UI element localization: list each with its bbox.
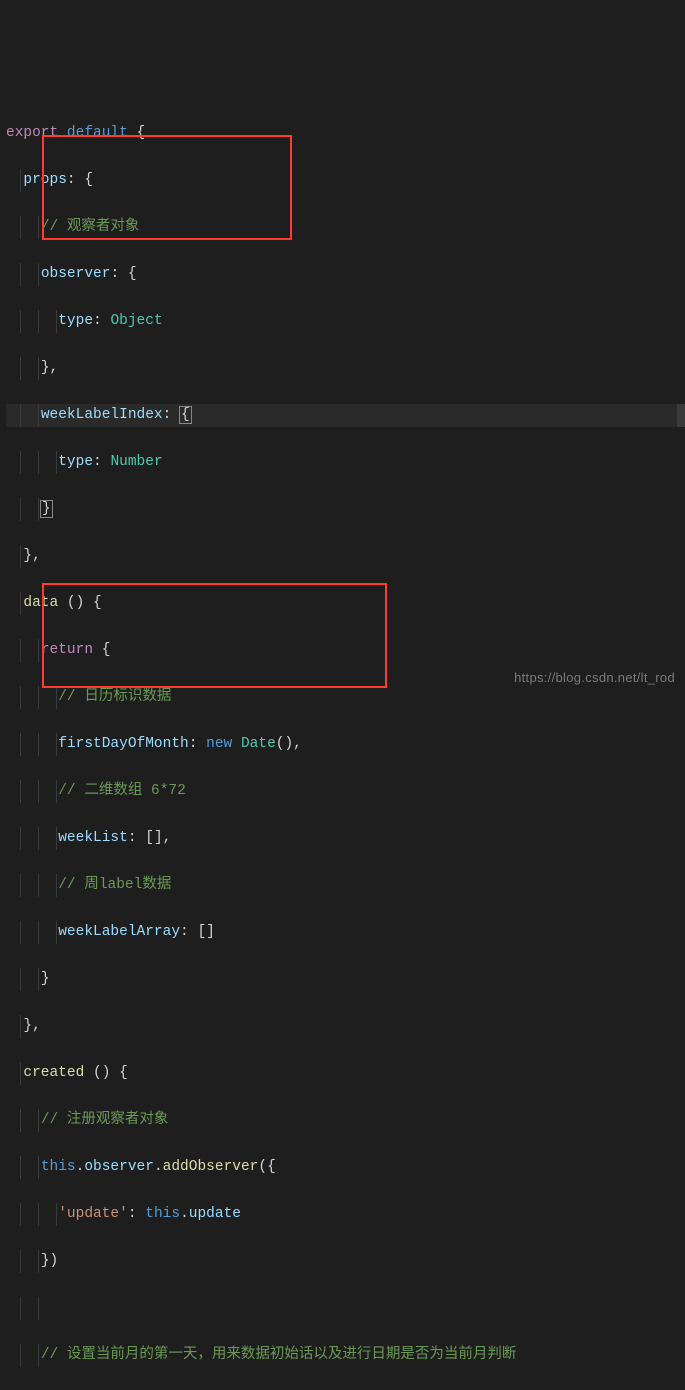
comment: // 周label数据 <box>58 877 171 893</box>
bracket-match: { <box>179 406 192 424</box>
code-line: // 周label数据 <box>6 874 685 898</box>
prop-type: type <box>58 313 93 329</box>
prop-type: type <box>58 454 93 470</box>
string-update: 'update' <box>58 1206 128 1222</box>
code-line: // 二维数组 6*72 <box>6 780 685 804</box>
code-line: this.observer.addObserver({ <box>6 1156 685 1180</box>
code-line: // 注册观察者对象 <box>6 1109 685 1133</box>
code-line: observer: { <box>6 263 685 287</box>
keyword-export: export <box>6 125 58 141</box>
bracket-match: } <box>40 500 53 518</box>
code-line: } <box>6 968 685 992</box>
keyword-return: return <box>41 642 93 658</box>
code-line: type: Object <box>6 310 685 334</box>
type-object: Object <box>110 313 162 329</box>
prop-weeklist: weekList <box>58 830 128 846</box>
prop-props: props <box>23 172 67 188</box>
code-line: weekLabelArray: [] <box>6 921 685 945</box>
code-line: created () { <box>6 1062 685 1086</box>
code-line: props: { <box>6 169 685 193</box>
comment: // 二维数组 6*72 <box>58 783 186 799</box>
method-data: data <box>23 595 58 611</box>
code-line: } <box>6 498 685 522</box>
prop-weeklabelindex: weekLabelIndex <box>41 407 163 423</box>
code-line: // 日历标识数据 <box>6 686 685 710</box>
code-line: }, <box>6 545 685 569</box>
code-line: // 观察者对象 <box>6 216 685 240</box>
class-date: Date <box>241 736 276 752</box>
code-line: data () { <box>6 592 685 616</box>
code-line: }) <box>6 1250 685 1274</box>
watermark: https://blog.csdn.net/lt_rod <box>514 666 675 690</box>
code-line <box>6 1297 685 1321</box>
comment: // 观察者对象 <box>41 219 140 235</box>
method-created: created <box>23 1065 84 1081</box>
comment: // 设置当前月的第一天，用来数据初始话以及进行日期是否为当前月判断 <box>41 1347 517 1363</box>
code-line: return { <box>6 639 685 663</box>
comment: // 注册观察者对象 <box>41 1112 169 1128</box>
code-editor[interactable]: export default { props: { // 观察者对象 obser… <box>0 94 685 1390</box>
code-line: weekList: [], <box>6 827 685 851</box>
comment: // 日历标识数据 <box>58 689 171 705</box>
code-line: firstDayOfMonth: new Date(), <box>6 733 685 757</box>
method-addobserver: addObserver <box>163 1159 259 1175</box>
prop-firstdayofmonth: firstDayOfMonth <box>58 736 189 752</box>
type-number: Number <box>110 454 162 470</box>
keyword-default: default <box>67 125 128 141</box>
code-line: // 设置当前月的第一天，用来数据初始话以及进行日期是否为当前月判断 <box>6 1344 685 1368</box>
code-line-highlighted: weekLabelIndex: { <box>6 404 685 428</box>
code-line: 'update': this.update <box>6 1203 685 1227</box>
prop-weeklabelarray: weekLabelArray <box>58 924 180 940</box>
code-line: type: Number <box>6 451 685 475</box>
prop-observer: observer <box>41 266 111 282</box>
code-line: }, <box>6 1015 685 1039</box>
code-line: export default { <box>6 122 685 146</box>
code-line: }, <box>6 357 685 381</box>
